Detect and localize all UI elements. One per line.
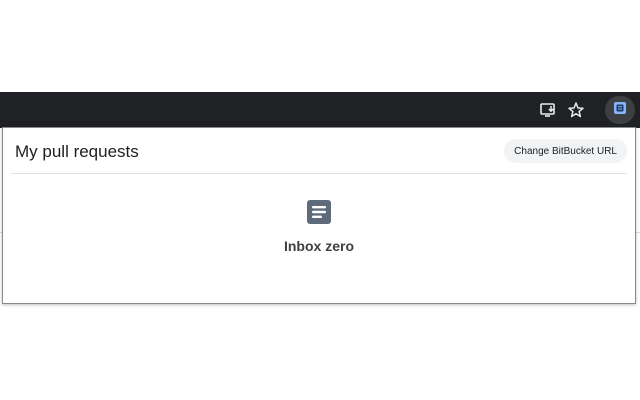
extension-icon	[612, 100, 628, 121]
extension-button[interactable]	[605, 96, 635, 124]
browser-toolbar	[0, 92, 640, 128]
install-app-icon[interactable]	[538, 100, 558, 120]
popup-header: My pull requests Change BitBucket URL	[3, 128, 635, 174]
change-bitbucket-url-button[interactable]: Change BitBucket URL	[504, 139, 627, 163]
header-divider	[11, 173, 627, 174]
empty-state-message: Inbox zero	[283, 238, 354, 254]
bookmark-star-icon[interactable]	[566, 100, 586, 120]
popup-title: My pull requests	[15, 142, 139, 161]
extension-popup: My pull requests Change BitBucket URL In…	[2, 127, 636, 304]
document-icon	[306, 199, 332, 225]
